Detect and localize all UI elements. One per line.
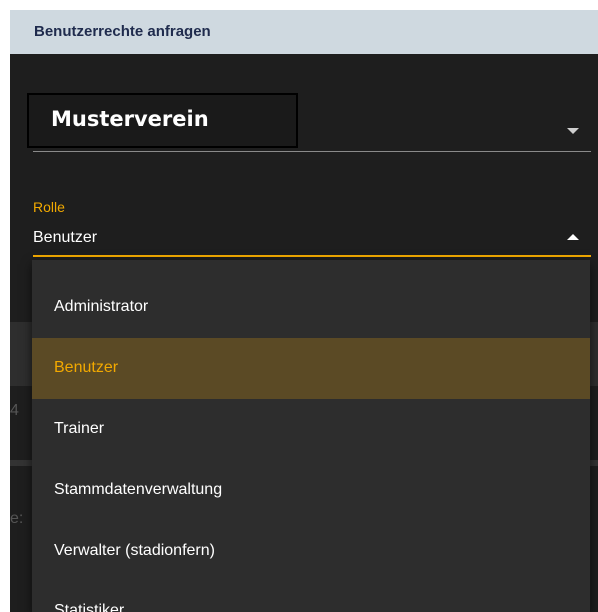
menu-option-stammdatenverwaltung[interactable]: Stammdatenverwaltung — [32, 460, 590, 521]
dialog-title: Benutzerrechte anfragen — [34, 23, 211, 40]
verein-select-underline — [33, 151, 591, 152]
option-label: Administrator — [54, 298, 149, 315]
dialog-header: Benutzerrechte anfragen — [10, 10, 598, 54]
request-rights-dialog: Benutzerrechte anfragen Musterverein Rol… — [10, 10, 598, 612]
option-label: Benutzer — [54, 359, 119, 376]
rolle-field-label: Rolle — [33, 199, 65, 215]
verein-select[interactable]: Musterverein — [27, 93, 298, 148]
option-label: Statistiker — [54, 602, 125, 612]
chevron-down-icon[interactable] — [567, 128, 579, 134]
menu-option-trainer[interactable]: Trainer — [32, 399, 590, 460]
option-label: Stammdatenverwaltung — [54, 481, 223, 498]
menu-option-administrator[interactable]: Administrator — [32, 277, 590, 338]
verein-selected-value: Musterverein — [51, 107, 209, 131]
background-text: e: — [10, 510, 24, 527]
option-label: Verwalter (stadionfern) — [54, 542, 215, 559]
menu-option-benutzer[interactable]: Benutzer — [32, 338, 590, 399]
rolle-dropdown-menu: Administrator Benutzer Trainer Stammdate… — [32, 260, 590, 612]
rolle-select-underline — [33, 255, 591, 257]
menu-option-statistiker[interactable]: Statistiker — [32, 581, 590, 612]
option-label: Trainer — [54, 420, 105, 437]
menu-option-verwalter[interactable]: Verwalter (stadionfern) — [32, 521, 590, 582]
background-text: 4 — [10, 402, 19, 419]
rolle-select[interactable]: Benutzer — [33, 229, 97, 247]
chevron-up-icon[interactable] — [567, 234, 579, 240]
